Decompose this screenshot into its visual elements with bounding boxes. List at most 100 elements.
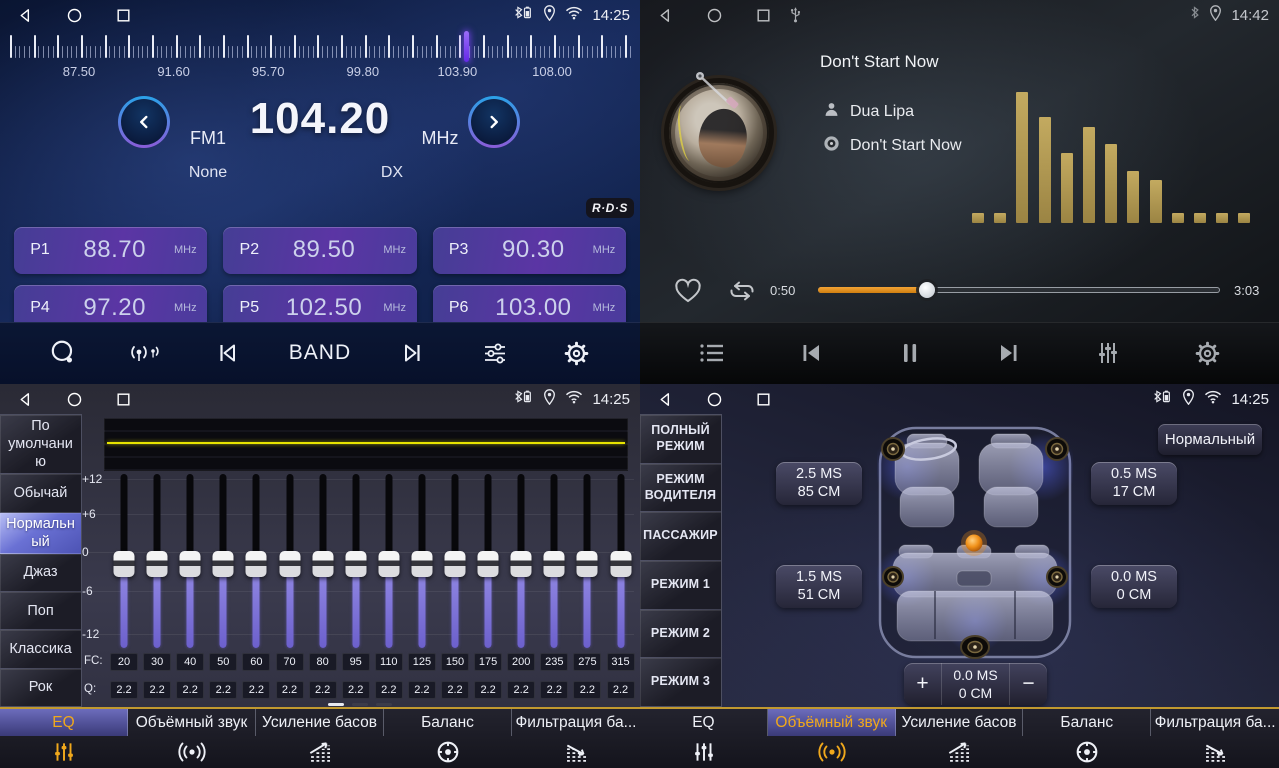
profile-button[interactable]: Нормальный <box>1158 424 1262 455</box>
eq-band-slider[interactable] <box>443 474 467 648</box>
eq-band-slider[interactable] <box>145 474 169 648</box>
recents-icon[interactable] <box>112 4 134 26</box>
q-value-box[interactable]: 2.2 <box>573 681 601 699</box>
seek-bar[interactable] <box>818 287 1220 293</box>
fc-value-box[interactable]: 80 <box>309 653 337 671</box>
q-value-box[interactable]: 2.2 <box>276 681 304 699</box>
broadcast-icon[interactable] <box>125 331 165 375</box>
recents-icon[interactable] <box>752 388 774 410</box>
slider-thumb[interactable] <box>147 551 168 577</box>
q-value-box[interactable]: 2.2 <box>607 681 635 699</box>
slider-thumb[interactable] <box>180 551 201 577</box>
fc-value-box[interactable]: 150 <box>441 653 469 671</box>
eq-band-slider[interactable] <box>211 474 235 648</box>
slider-thumb[interactable] <box>279 551 300 577</box>
slider-thumb[interactable] <box>577 551 598 577</box>
eq-preset-item[interactable]: По умолчанию <box>0 415 81 474</box>
radio-preset-p1[interactable]: P188.70MHz <box>14 227 207 274</box>
eq-band-slider[interactable] <box>311 474 335 648</box>
home-icon[interactable] <box>63 4 85 26</box>
home-icon[interactable] <box>703 4 725 26</box>
slider-thumb[interactable] <box>411 551 432 577</box>
q-value-box[interactable]: 2.2 <box>375 681 403 699</box>
slider-thumb[interactable] <box>478 551 499 577</box>
tab-filter[interactable]: Фильтрация ба... <box>512 709 640 768</box>
back-icon[interactable] <box>654 388 676 410</box>
tab-bass-boost[interactable]: Усиление басов <box>256 709 384 768</box>
fc-value-box[interactable]: 95 <box>342 653 370 671</box>
eq-band-slider[interactable] <box>178 474 202 648</box>
slider-thumb[interactable] <box>445 551 466 577</box>
tab-bass-boost[interactable]: Усиление басов <box>896 709 1024 768</box>
fc-value-box[interactable]: 200 <box>507 653 535 671</box>
decrease-delay-button[interactable]: − <box>1010 663 1047 705</box>
eq-band-slider[interactable] <box>377 474 401 648</box>
q-value-box[interactable]: 2.2 <box>110 681 138 699</box>
eq-band-slider[interactable] <box>609 474 633 648</box>
q-value-box[interactable]: 2.2 <box>507 681 535 699</box>
seek-thumb[interactable] <box>919 282 935 298</box>
fc-value-box[interactable]: 315 <box>607 653 635 671</box>
listening-mode-item[interactable]: ПОЛНЫЙ РЕЖИМ <box>640 415 721 464</box>
q-value-box[interactable]: 2.2 <box>441 681 469 699</box>
page-dot[interactable] <box>376 703 392 706</box>
eq-band-slider[interactable] <box>344 474 368 648</box>
q-value-box[interactable]: 2.2 <box>176 681 204 699</box>
fc-value-box[interactable]: 235 <box>540 653 568 671</box>
fc-value-box[interactable]: 30 <box>143 653 171 671</box>
mixer-icon[interactable] <box>1088 331 1128 375</box>
increase-delay-button[interactable]: + <box>904 663 941 705</box>
tab-eq[interactable]: EQ <box>0 709 128 768</box>
band-button[interactable]: BAND <box>289 331 351 375</box>
q-value-box[interactable]: 2.2 <box>474 681 502 699</box>
tab-balance[interactable]: Баланс <box>384 709 512 768</box>
pause-icon[interactable] <box>890 331 930 375</box>
settings-gear-icon[interactable] <box>1187 331 1227 375</box>
eq-preset-item[interactable]: Джаз <box>0 554 81 592</box>
slider-thumb[interactable] <box>312 551 333 577</box>
next-station-icon[interactable] <box>393 331 433 375</box>
fc-value-box[interactable]: 110 <box>375 653 403 671</box>
eq-preset-item[interactable]: Поп <box>0 592 81 630</box>
recents-icon[interactable] <box>112 388 134 410</box>
listener-position-ball[interactable] <box>966 535 983 552</box>
listening-mode-item[interactable]: ПАССАЖИР <box>640 512 721 561</box>
next-track-icon[interactable] <box>989 331 1029 375</box>
back-icon[interactable] <box>14 4 36 26</box>
slider-thumb[interactable] <box>114 551 135 577</box>
radio-preset-p2[interactable]: P289.50MHz <box>223 227 416 274</box>
home-icon[interactable] <box>63 388 85 410</box>
eq-band-slider[interactable] <box>112 474 136 648</box>
slider-thumb[interactable] <box>378 551 399 577</box>
slider-thumb[interactable] <box>610 551 631 577</box>
q-value-box[interactable]: 2.2 <box>408 681 436 699</box>
eq-sliders-icon[interactable] <box>475 331 515 375</box>
slider-thumb[interactable] <box>511 551 532 577</box>
rear-left-delay-button[interactable]: 1.5 MS51 CM <box>776 565 862 608</box>
previous-track-icon[interactable] <box>791 331 831 375</box>
page-dot[interactable] <box>352 703 368 706</box>
eq-preset-item[interactable]: Нормальный <box>0 513 81 554</box>
fc-value-box[interactable]: 70 <box>276 653 304 671</box>
q-value-box[interactable]: 2.2 <box>342 681 370 699</box>
eq-band-slider[interactable] <box>278 474 302 648</box>
slider-thumb[interactable] <box>544 551 565 577</box>
eq-band-slider[interactable] <box>410 474 434 648</box>
fc-value-box[interactable]: 40 <box>176 653 204 671</box>
listening-mode-item[interactable]: РЕЖИМ 1 <box>640 561 721 610</box>
q-value-box[interactable]: 2.2 <box>309 681 337 699</box>
page-dot-active[interactable] <box>328 703 344 706</box>
q-value-box[interactable]: 2.2 <box>143 681 171 699</box>
q-value-box[interactable]: 2.2 <box>209 681 237 699</box>
slider-thumb[interactable] <box>345 551 366 577</box>
back-icon[interactable] <box>654 4 676 26</box>
slider-thumb[interactable] <box>246 551 267 577</box>
eq-band-slider[interactable] <box>542 474 566 648</box>
tab-eq[interactable]: EQ <box>640 709 768 768</box>
tune-down-button[interactable] <box>118 96 170 148</box>
back-icon[interactable] <box>14 388 36 410</box>
fc-value-box[interactable]: 50 <box>209 653 237 671</box>
recents-icon[interactable] <box>752 4 774 26</box>
tab-surround-sound[interactable]: Объёмный звук <box>768 709 896 768</box>
frequency-dial[interactable]: 87.5091.6095.7099.80103.90108.00 <box>0 28 640 84</box>
